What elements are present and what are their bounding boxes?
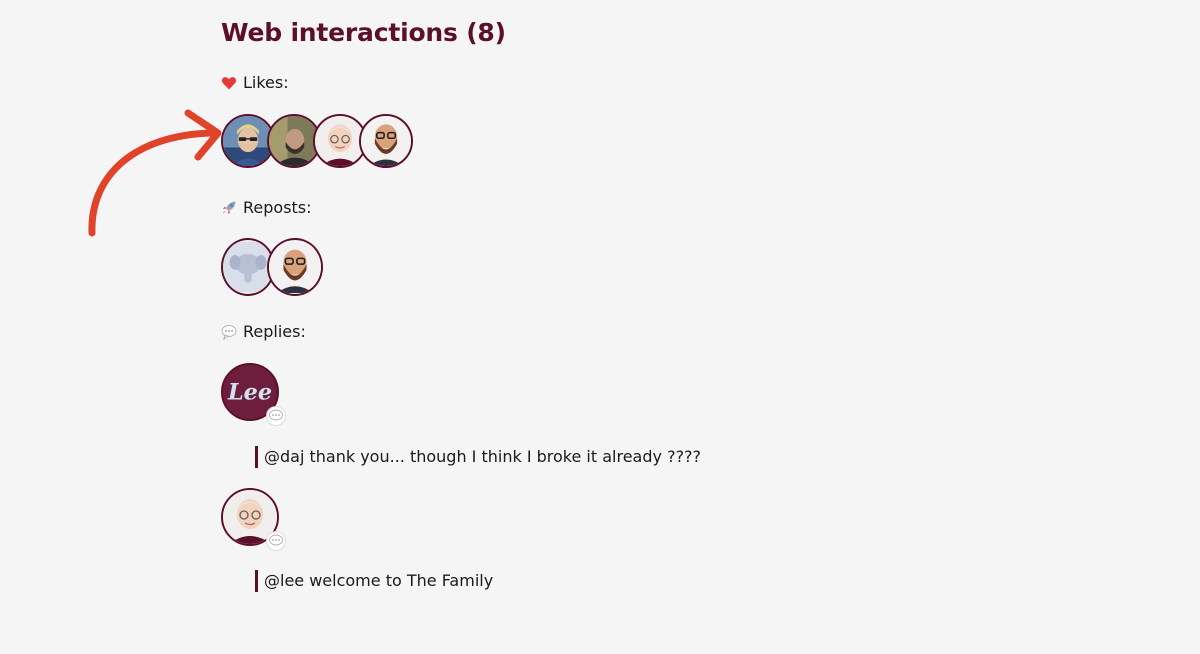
heart-icon [221,76,237,89]
mastodon-default-avatar-icon [223,242,273,292]
reposts-avatar-list [221,238,323,296]
avatar-photo-icon [223,116,273,166]
lee-logo-text: Lee [227,379,272,405]
reply-2-text: @lee welcome to The Family [255,570,493,592]
annotation-arrow-icon [88,109,222,237]
avatar-photo-icon [269,116,319,166]
avatar-cartoon-icon [269,241,321,293]
likes-label: Likes: [221,73,289,92]
reply-1-author[interactable]: Lee [221,363,285,425]
reposts-label-text: Reposts: [243,198,312,217]
repost-avatar-2[interactable] [267,238,323,296]
avatar-cartoon-icon [315,116,365,166]
reply-badge-icon [267,532,285,550]
replies-label: Replies: [221,322,306,341]
section-title: Web interactions (8) [221,18,506,47]
reply-badge-icon [267,407,285,425]
likes-avatar-list [221,114,413,168]
reply-1-text: @daj thank you... though I think I broke… [255,446,701,468]
reposts-label: Reposts: [221,198,312,217]
web-interactions-page: Web interactions (8) Likes: Reposts: Rep… [0,0,1200,654]
replies-label-text: Replies: [243,322,306,341]
speech-bubble-icon [221,324,237,340]
rocket-icon [222,201,236,214]
likes-label-text: Likes: [243,73,289,92]
avatar-cartoon-icon [361,116,411,166]
like-avatar-4[interactable] [359,114,413,168]
reply-2-author[interactable] [221,488,285,550]
